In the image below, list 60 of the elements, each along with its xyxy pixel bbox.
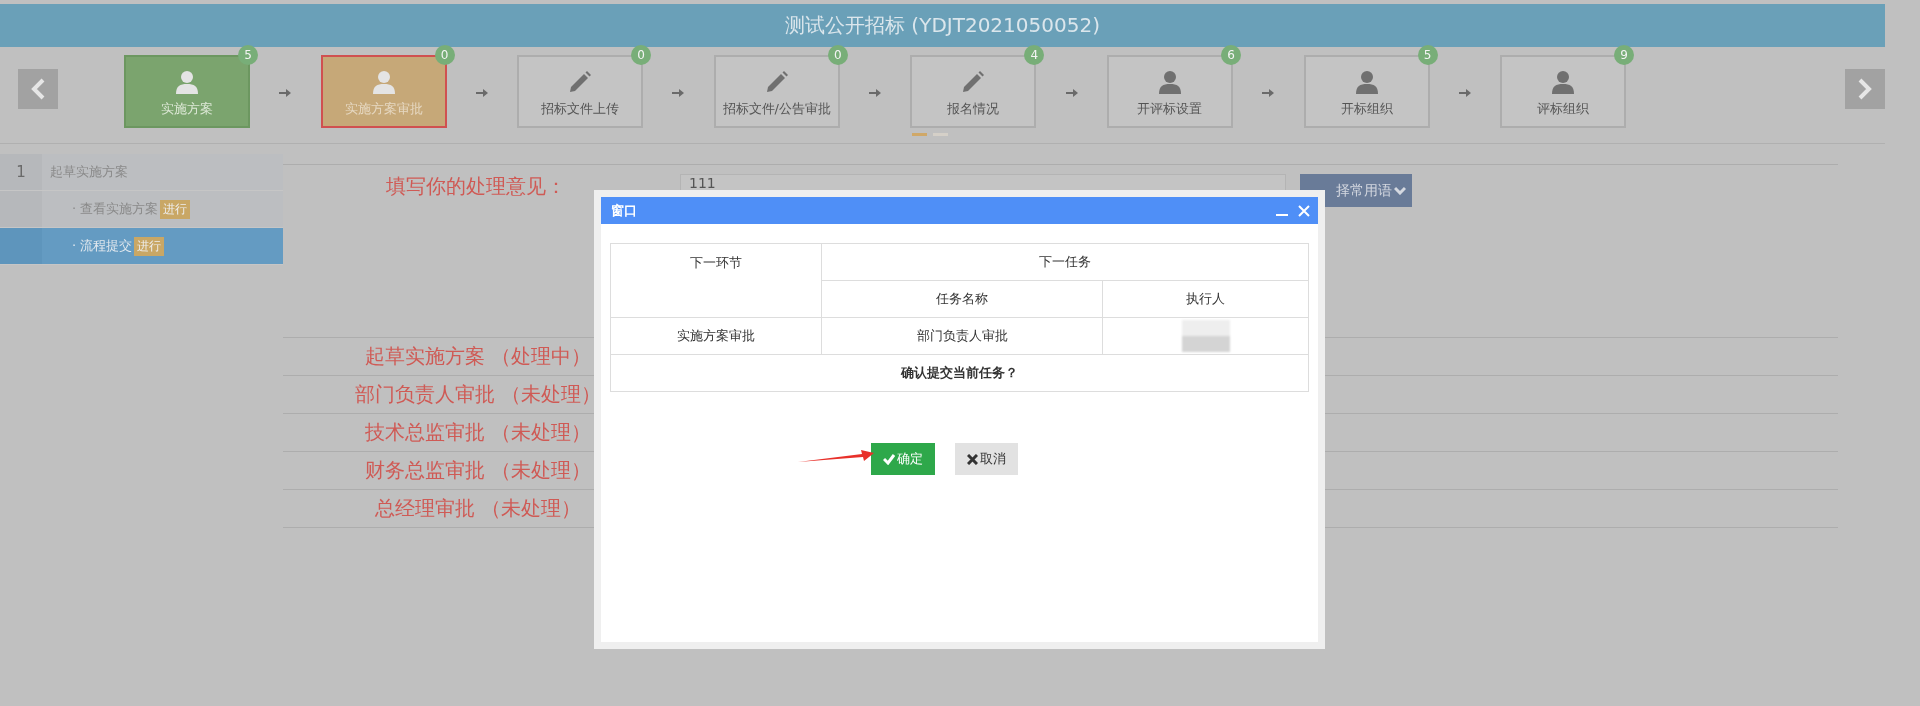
close-icon[interactable] bbox=[1298, 204, 1310, 217]
item-label: · 流程提交 bbox=[72, 237, 133, 255]
user-icon bbox=[1355, 70, 1378, 94]
dialog-title: 窗口 bbox=[611, 201, 637, 220]
flow-step: 部门负责人审批 （未处理） bbox=[283, 381, 673, 408]
arrow-right-icon bbox=[869, 88, 882, 98]
flow-step: 财务总监审批 （未处理） bbox=[283, 457, 673, 484]
arrow-right-icon bbox=[1458, 88, 1471, 98]
caret-icon bbox=[1394, 186, 1406, 195]
flow-step: 起草实施方案 （处理中） bbox=[283, 343, 673, 370]
count-badge: 9 bbox=[1614, 45, 1635, 65]
number-cell bbox=[0, 191, 42, 227]
check-icon bbox=[883, 453, 895, 465]
table-header: 下一任务 bbox=[1039, 254, 1091, 269]
step-label: 报名情况 bbox=[947, 100, 1000, 118]
chevron-right-icon bbox=[1857, 78, 1873, 100]
opinion-label: 填写你的处理意见： bbox=[386, 174, 566, 198]
confirm-question: 确认提交当前任务？ bbox=[901, 365, 1018, 380]
flow-step: 技术总监审批 （未处理） bbox=[283, 419, 673, 446]
arrow-right-icon bbox=[475, 88, 488, 98]
user-icon bbox=[1552, 70, 1575, 94]
user-icon bbox=[176, 70, 198, 94]
pencil-icon bbox=[961, 70, 986, 94]
redacted-name bbox=[1181, 320, 1230, 352]
status-tag: 进行 bbox=[160, 199, 191, 219]
sidebar-item[interactable]: · 流程提交 进行 bbox=[0, 228, 283, 265]
status-tag: 进行 bbox=[134, 236, 165, 256]
step-label: 招标文件/公告审批 bbox=[722, 100, 831, 118]
step-label: 实施方案 bbox=[161, 100, 213, 118]
step-label: 实施方案审批 bbox=[344, 100, 423, 118]
step-number: 1 bbox=[16, 163, 26, 181]
next-button[interactable] bbox=[1845, 69, 1885, 109]
confirm-button[interactable]: 确定 bbox=[871, 443, 935, 475]
table-cell: 实施方案审批 bbox=[677, 328, 755, 343]
arrow-right-icon bbox=[1262, 88, 1275, 98]
step-label: 评标组织 bbox=[1537, 100, 1590, 118]
previous-button[interactable] bbox=[18, 69, 58, 109]
table-header: 任务名称 bbox=[936, 291, 988, 306]
step-label: 开评标设置 bbox=[1137, 100, 1203, 118]
user-icon bbox=[372, 70, 395, 94]
count-badge: 4 bbox=[1024, 45, 1045, 65]
step-label: 招标文件上传 bbox=[541, 100, 620, 118]
flow-step: 总经理审批 （未处理） bbox=[283, 495, 673, 522]
arrow-right-icon bbox=[672, 88, 685, 98]
close-icon bbox=[967, 453, 978, 465]
table-cell: 部门负责人审批 bbox=[916, 328, 1008, 343]
table-header: 下一环节 bbox=[690, 255, 742, 270]
page-title: 测试公开招标 (YDJT2021050052) bbox=[785, 12, 1100, 39]
pencil-icon bbox=[764, 70, 789, 94]
user-icon bbox=[1158, 70, 1181, 94]
count-badge: 5 bbox=[238, 45, 258, 65]
arrow-right-icon bbox=[279, 88, 292, 98]
number-cell bbox=[0, 228, 42, 264]
step-label: 开标组织 bbox=[1340, 100, 1393, 118]
arrow-right-icon bbox=[1065, 88, 1078, 98]
table-header: 执行人 bbox=[1186, 291, 1225, 306]
pencil-icon bbox=[568, 70, 593, 94]
cancel-button[interactable]: 取消 bbox=[955, 443, 1018, 475]
chevron-left-icon bbox=[30, 78, 46, 100]
count-badge: 0 bbox=[631, 45, 652, 65]
